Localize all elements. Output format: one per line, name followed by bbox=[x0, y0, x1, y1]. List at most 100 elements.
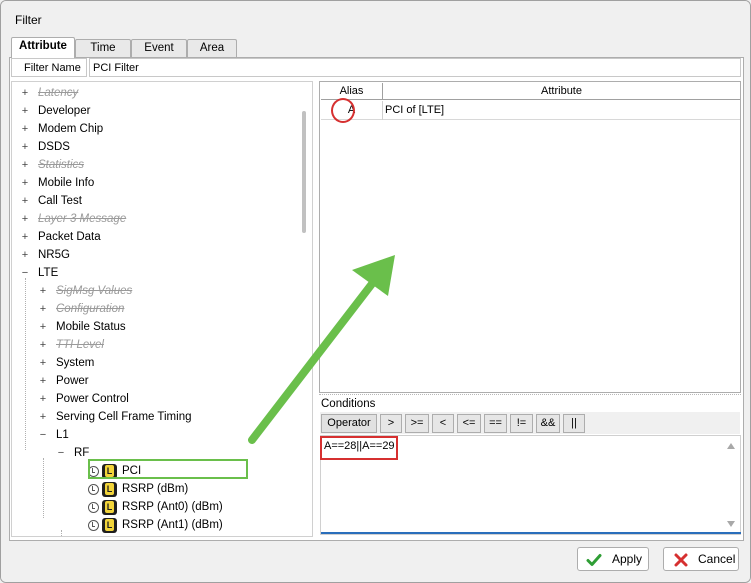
tree-item-label: Configuration bbox=[56, 303, 125, 315]
collapse-icon[interactable]: − bbox=[37, 426, 49, 444]
tree-item[interactable]: + Packet Data bbox=[19, 228, 101, 246]
conditions-title: Conditions bbox=[321, 398, 376, 410]
scroll-down-arrow-icon[interactable] bbox=[727, 521, 735, 527]
alias-column-header[interactable]: Alias bbox=[321, 83, 383, 100]
tree-item[interactable]: + Layer 3 Message bbox=[19, 210, 126, 228]
tree-item-label: Call Test bbox=[38, 195, 82, 207]
expand-icon[interactable]: + bbox=[19, 192, 31, 210]
expand-icon[interactable]: + bbox=[19, 102, 31, 120]
expand-icon[interactable]: + bbox=[19, 246, 31, 264]
tree-item[interactable]: RSRP (Ant1) (dBm) bbox=[88, 516, 223, 534]
tree-item[interactable]: + Developer bbox=[19, 102, 91, 120]
tree-item-label: L1 bbox=[56, 429, 69, 441]
tree-item[interactable]: + Serving Cell Frame Timing bbox=[37, 408, 192, 426]
tree-item-label: LTE bbox=[38, 267, 59, 279]
operator-gt-button[interactable]: > bbox=[380, 414, 402, 433]
tree-scrollbar[interactable] bbox=[298, 83, 310, 535]
cancel-button[interactable]: Cancel bbox=[663, 547, 739, 571]
expand-icon[interactable]: + bbox=[37, 354, 49, 372]
operator-and-button[interactable]: && bbox=[536, 414, 560, 433]
attribute-cell[interactable]: PCI of [LTE] bbox=[385, 101, 444, 120]
tree-item[interactable]: + Statistics bbox=[19, 156, 84, 174]
tree-item[interactable]: − RF bbox=[55, 444, 90, 462]
tree-guide-line bbox=[61, 530, 62, 536]
title-bar: Filter bbox=[1, 1, 750, 37]
tab-area[interactable]: Area bbox=[187, 39, 237, 57]
panel-splitter[interactable] bbox=[319, 394, 741, 397]
scroll-up-arrow-icon[interactable] bbox=[727, 443, 735, 449]
tree-guide-line bbox=[43, 458, 44, 518]
tree-item[interactable]: + Power Control bbox=[37, 390, 129, 408]
filter-name-input[interactable] bbox=[89, 58, 741, 77]
leaf-icons bbox=[88, 480, 117, 498]
close-icon bbox=[674, 553, 688, 567]
operator-label: Operator bbox=[321, 414, 377, 433]
operator-or-button[interactable]: || bbox=[563, 414, 585, 433]
tree-item[interactable]: + Configuration bbox=[37, 300, 125, 318]
lte-attribute-icon bbox=[102, 481, 117, 497]
tree-item-label: Latency bbox=[38, 87, 79, 99]
operator-toolbar: Operator > >= < <= == != && || bbox=[320, 412, 740, 434]
tab-time[interactable]: Time bbox=[75, 39, 131, 57]
expand-icon[interactable]: + bbox=[19, 228, 31, 246]
operator-gte-button[interactable]: >= bbox=[405, 414, 429, 433]
expand-icon[interactable]: + bbox=[19, 156, 31, 174]
attribute-column-header[interactable]: Attribute bbox=[383, 83, 740, 100]
tree-item[interactable]: + Mobile Info bbox=[19, 174, 94, 192]
tree-item-label: Power bbox=[56, 375, 89, 387]
expand-icon[interactable]: + bbox=[37, 282, 49, 300]
tab-event[interactable]: Event bbox=[131, 39, 187, 57]
expand-icon[interactable]: + bbox=[37, 372, 49, 390]
tree-item-label: Statistics bbox=[38, 159, 85, 171]
expand-icon[interactable]: + bbox=[37, 336, 49, 354]
tree-item[interactable]: + DSDS bbox=[19, 138, 70, 156]
apply-button[interactable]: Apply bbox=[577, 547, 649, 571]
tree-item-label: TTI Level bbox=[56, 339, 104, 351]
editor-focus-underline bbox=[321, 532, 741, 534]
operator-lt-button[interactable]: < bbox=[432, 414, 454, 433]
tree-item[interactable]: + Power bbox=[37, 372, 89, 390]
expand-icon[interactable]: + bbox=[19, 84, 31, 102]
tree-item[interactable]: + System bbox=[37, 354, 95, 372]
window-title: Filter bbox=[15, 13, 42, 27]
tree-item[interactable]: + Modem Chip bbox=[19, 120, 103, 138]
timer-icon bbox=[88, 519, 99, 531]
cancel-label: Cancel bbox=[698, 552, 736, 566]
operator-eq-button[interactable]: == bbox=[484, 414, 507, 433]
timer-icon bbox=[88, 501, 99, 513]
expand-icon[interactable]: + bbox=[19, 174, 31, 192]
tree-item-label: Packet Data bbox=[38, 231, 101, 243]
operator-neq-button[interactable]: != bbox=[510, 414, 533, 433]
tree-scrollbar-thumb[interactable] bbox=[302, 111, 306, 233]
filter-name-label: Filter Name bbox=[11, 58, 87, 77]
tree-item[interactable]: RSRP (dBm) bbox=[88, 480, 188, 498]
tree-item[interactable]: + Latency bbox=[19, 84, 79, 102]
tree-item[interactable]: + SigMsg Values bbox=[37, 282, 133, 300]
expand-icon[interactable]: + bbox=[37, 318, 49, 336]
tree-item[interactable]: + NR5G bbox=[19, 246, 70, 264]
table-row[interactable]: A PCI of [LTE] bbox=[321, 101, 740, 120]
tree-item[interactable]: + Call Test bbox=[19, 192, 82, 210]
expand-icon[interactable]: + bbox=[19, 120, 31, 138]
tree-item-label: NR5G bbox=[38, 249, 70, 261]
expand-icon[interactable]: + bbox=[19, 210, 31, 228]
conditions-scrollbar[interactable] bbox=[724, 437, 738, 531]
tree-guide-line bbox=[25, 278, 26, 450]
operator-lte-button[interactable]: <= bbox=[457, 414, 481, 433]
tree-item[interactable]: RSRP (Ant0) (dBm) bbox=[88, 498, 223, 516]
tab-attribute[interactable]: Attribute bbox=[11, 37, 75, 58]
expand-icon[interactable]: + bbox=[19, 138, 31, 156]
expand-icon[interactable]: + bbox=[37, 300, 49, 318]
alias-table-panel bbox=[319, 81, 741, 393]
tree-item-label: Mobile Status bbox=[56, 321, 126, 333]
tree-item-label: Power Control bbox=[56, 393, 129, 405]
expand-icon[interactable]: + bbox=[37, 390, 49, 408]
tree-item[interactable]: − L1 bbox=[37, 426, 69, 444]
expression-highlight-box bbox=[320, 436, 398, 460]
tree-item[interactable]: + Mobile Status bbox=[37, 318, 126, 336]
expand-icon[interactable]: + bbox=[37, 408, 49, 426]
tree-item[interactable]: + TTI Level bbox=[37, 336, 104, 354]
tree-item-label: RSRP (dBm) bbox=[122, 483, 189, 495]
collapse-icon[interactable]: − bbox=[55, 444, 67, 462]
timer-icon bbox=[88, 483, 99, 495]
